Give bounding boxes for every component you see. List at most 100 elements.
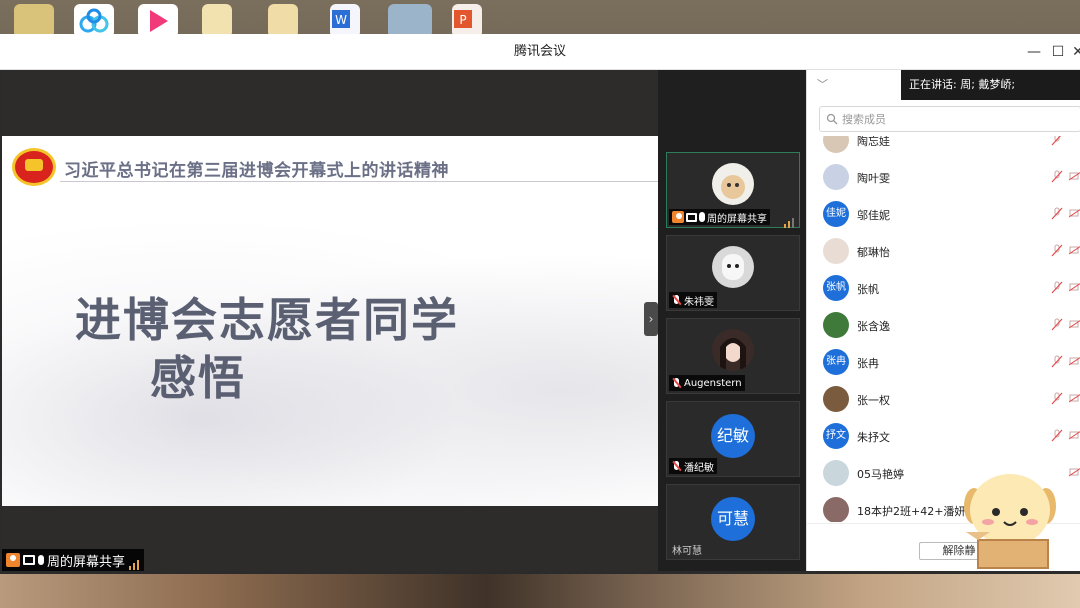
list-item[interactable]: 陶叶雯 <box>807 161 1080 198</box>
member-name: 郁琳怡 <box>857 246 890 259</box>
microphone-muted-icon[interactable] <box>1051 281 1063 294</box>
slide-title-line2: 感悟 <box>150 351 246 405</box>
avatar <box>712 246 754 288</box>
avatar <box>823 312 849 338</box>
svg-text:P: P <box>459 13 466 27</box>
screen-share-icon <box>686 212 697 222</box>
camera-off-icon[interactable] <box>1069 282 1080 292</box>
video-tile[interactable]: Augenstern <box>666 318 800 394</box>
member-name: 张帆 <box>857 283 879 296</box>
member-name: 05马艳婷 <box>857 468 904 481</box>
camera-off-icon[interactable] <box>1069 171 1080 181</box>
list-item[interactable]: 张含逸 <box>807 309 1080 346</box>
image-file-icon[interactable] <box>388 4 432 38</box>
microphone-muted-icon[interactable] <box>1051 429 1063 442</box>
member-name: 张一权 <box>857 394 890 407</box>
youth-league-logo-icon <box>12 148 56 186</box>
slide-header: 习近平总书记在第三届进博会开幕式上的讲话精神 <box>64 161 449 181</box>
puppy-sticker-icon <box>964 474 1056 569</box>
slide-title-line1: 进博会志愿者同学 <box>75 293 459 347</box>
member-name: 陶叶雯 <box>857 172 890 185</box>
camera-off-icon[interactable] <box>1069 319 1080 329</box>
camera-off-icon[interactable] <box>1069 356 1080 366</box>
sharer-label-bar: 周的屏幕共享 <box>2 549 145 571</box>
window-title: 腾讯会议 <box>513 44 566 59</box>
member-name: 张含逸 <box>857 320 890 333</box>
avatar: 张冉 <box>823 349 849 375</box>
microphone-muted-icon <box>672 378 682 388</box>
avatar: 纪敏 <box>711 414 755 458</box>
avatar <box>823 238 849 264</box>
avatar <box>823 460 849 486</box>
tile-label: 潘纪敏 <box>669 458 717 474</box>
document-icon[interactable] <box>202 4 232 38</box>
signal-strength-icon <box>783 213 795 228</box>
avatar <box>823 164 849 190</box>
camera-off-icon[interactable] <box>1069 393 1080 403</box>
member-name: 朱抒文 <box>857 431 890 444</box>
tile-name: 周的屏幕共享 <box>707 213 767 225</box>
desktop-icons: W P <box>0 4 1080 38</box>
list-item[interactable]: 抒文 朱抒文 <box>807 420 1080 457</box>
video-tile[interactable]: 纪敏 潘纪敏 <box>666 401 800 477</box>
avatar <box>823 386 849 412</box>
microphone-muted-icon[interactable] <box>1051 244 1063 257</box>
camera-off-icon[interactable] <box>1069 430 1080 440</box>
host-icon <box>6 553 20 567</box>
list-item[interactable]: 佳妮 邬佳妮 <box>807 198 1080 235</box>
collapse-video-panel-button[interactable]: › <box>644 302 658 336</box>
member-name: 18本护2班+42+潘妍妍 <box>857 505 977 518</box>
camera-off-icon[interactable] <box>1069 245 1080 255</box>
video-tile[interactable]: 周的屏幕共享 <box>666 152 800 228</box>
search-icon <box>826 113 838 125</box>
tile-label: 林可慧 <box>669 541 705 557</box>
ppt-file-icon[interactable]: P <box>452 4 482 38</box>
sharer-name: 周的屏幕共享 <box>47 554 126 570</box>
folder-icon[interactable] <box>14 4 54 38</box>
shared-screen-stage[interactable]: 习近平总书记在第三届进博会开幕式上的讲话精神 进博会志愿者同学 感悟 周的屏幕共… <box>2 70 658 571</box>
list-item[interactable]: 张帆 张帆 <box>807 272 1080 309</box>
avatar: 佳妮 <box>823 201 849 227</box>
avatar <box>823 497 849 522</box>
video-tile[interactable]: 可慧 林可慧 <box>666 484 800 560</box>
list-item[interactable]: 张冉 张冉 <box>807 346 1080 383</box>
member-name: 陶忘娃 <box>857 136 890 148</box>
avatar: 可慧 <box>711 497 755 541</box>
video-tile-column: 周的屏幕共享 朱祎雯 Augenstern 纪敏 潘纪敏 可慧 林可慧 <box>658 70 806 571</box>
microphone-muted-icon[interactable] <box>1051 355 1063 368</box>
baidu-netdisk-icon[interactable] <box>74 4 114 38</box>
microphone-muted-icon[interactable] <box>1051 207 1063 220</box>
camera-off-icon[interactable] <box>1069 467 1080 477</box>
meeting-window: 腾讯会议 — ☐ ✕ 习近平总书记在第三届进博会开幕式上的讲话精神 进博会志愿者… <box>0 34 1080 574</box>
signal-strength-icon <box>128 555 140 570</box>
presentation-slide: 习近平总书记在第三届进博会开幕式上的讲话精神 进博会志愿者同学 感悟 <box>2 136 658 506</box>
close-button[interactable]: ✕ <box>1064 34 1080 70</box>
microphone-icon <box>38 555 44 565</box>
chevron-down-icon[interactable]: ﹀ <box>817 76 828 92</box>
screen-share-icon <box>23 555 35 565</box>
video-player-icon[interactable] <box>138 4 178 38</box>
tile-name: 朱祎雯 <box>684 296 714 308</box>
microphone-muted-icon <box>672 461 682 471</box>
list-item[interactable]: 陶忘娃 <box>807 136 1080 161</box>
list-item[interactable]: 郁琳怡 <box>807 235 1080 272</box>
video-tile[interactable]: 朱祎雯 <box>666 235 800 311</box>
title-bar: 腾讯会议 — ☐ ✕ <box>0 34 1080 70</box>
microphone-muted-icon[interactable] <box>1051 392 1063 405</box>
list-item[interactable]: 张一权 <box>807 383 1080 420</box>
avatar <box>712 163 754 205</box>
tile-name: 林可慧 <box>672 545 702 557</box>
document-icon[interactable] <box>268 4 298 38</box>
word-file-icon[interactable]: W <box>330 4 360 38</box>
microphone-muted-icon[interactable] <box>1051 170 1063 183</box>
speaking-indicator: 正在讲话: 周; 戴梦峤; <box>901 70 1080 100</box>
tile-label: Augenstern <box>669 375 745 391</box>
member-name: 张冉 <box>857 357 879 370</box>
microphone-muted-icon[interactable] <box>1051 318 1063 331</box>
avatar: 抒文 <box>823 423 849 449</box>
search-input[interactable]: 搜索成员 <box>819 106 1080 132</box>
tile-name: 潘纪敏 <box>684 462 714 474</box>
microphone-muted-icon[interactable] <box>1051 136 1063 146</box>
svg-text:W: W <box>335 13 347 27</box>
camera-off-icon[interactable] <box>1069 208 1080 218</box>
